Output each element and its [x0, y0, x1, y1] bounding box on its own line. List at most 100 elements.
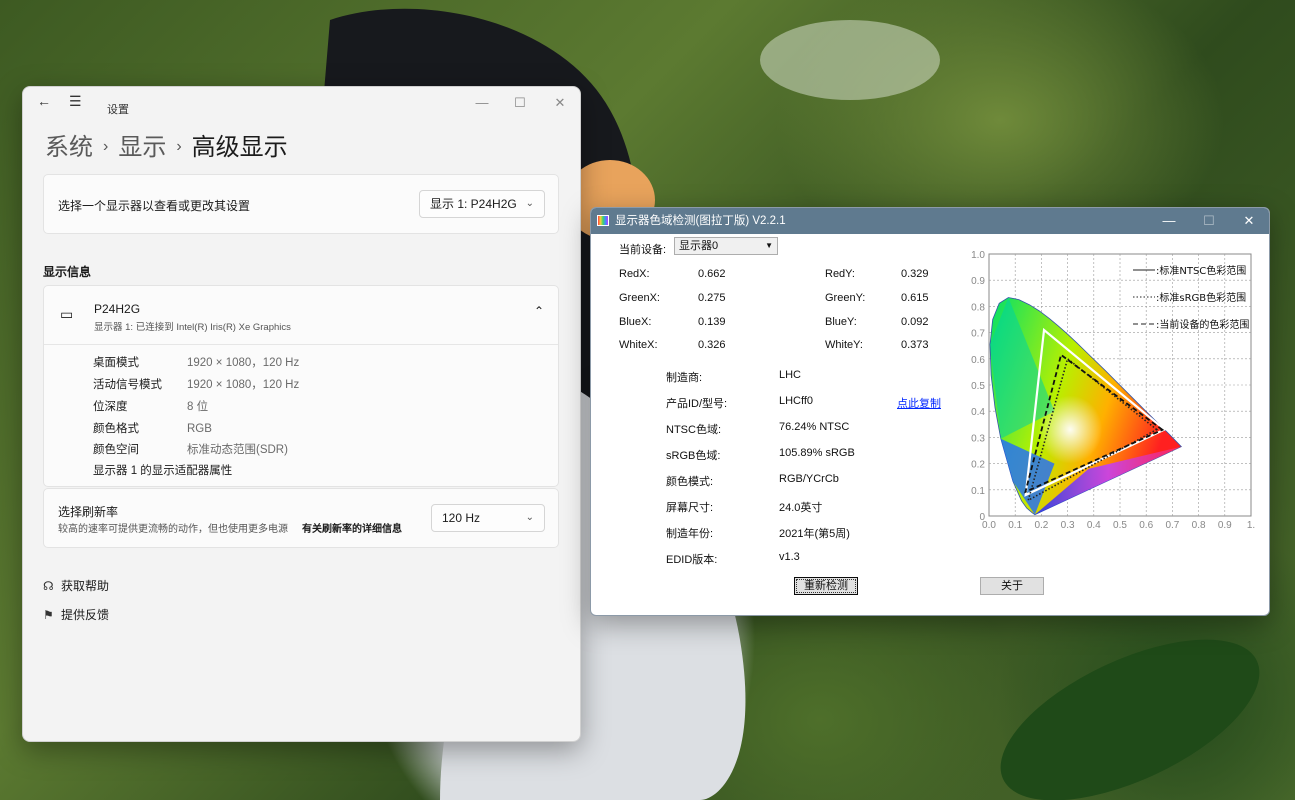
- chevron-down-icon: ▼: [765, 241, 773, 250]
- refresh-rate-dropdown[interactable]: 120 Hz ⌄: [431, 504, 545, 532]
- copy-link[interactable]: 点此复制: [897, 395, 941, 411]
- breadcrumb: 系统 › 显示 › 高级显示: [45, 127, 288, 162]
- monitor-subtitle: 显示器 1: 已连接到 Intel(R) Iris(R) Xe Graphics: [94, 322, 291, 333]
- whitex-value: 0.326: [698, 339, 726, 351]
- info-value: 1920 × 1080，120 Hz: [187, 379, 300, 391]
- cie-chromaticity-chart: 0.0 0.1 0.2 0.3 0.4 0.5 0.6 0.7 0.8 0.9 1.00.10.20…: [971, 250, 1255, 531]
- detail-value: 24.0英寸: [779, 502, 823, 514]
- feedback-link[interactable]: ⚑ 提供反馈: [43, 606, 109, 623]
- device-select-value: 显示器0: [679, 240, 719, 252]
- detail-value: v1.3: [779, 551, 800, 563]
- breadcrumb-advanced-display: 高级显示: [191, 134, 288, 161]
- adapter-properties-link[interactable]: 显示器 1 的显示适配器属性: [93, 462, 232, 478]
- info-key: 颜色格式: [93, 423, 139, 435]
- gamut-close-button[interactable]: ✕: [1229, 208, 1269, 234]
- info-key: 位深度: [93, 401, 128, 413]
- info-key: 桌面模式: [93, 357, 139, 369]
- detail-key: EDID版本:: [666, 554, 718, 566]
- device-select[interactable]: 显示器0 ▼: [674, 237, 778, 255]
- refresh-rate-value: 120 Hz: [442, 511, 481, 525]
- greeny-value: 0.615: [901, 292, 929, 304]
- monitor-header[interactable]: ▭ P24H2G 显示器 1: 已连接到 Intel(R) Iris(R) Xe…: [44, 286, 558, 345]
- select-display-card: 选择一个显示器以查看或更改其设置 显示 1: P24H2G ⌄: [43, 174, 559, 234]
- window-title: 设置: [107, 104, 129, 116]
- breadcrumb-display[interactable]: 显示: [118, 134, 166, 161]
- redx-label: RedX:: [619, 268, 650, 280]
- x-tick-label: 0.3: [1061, 520, 1075, 531]
- x-tick-label: 0.2: [1034, 520, 1048, 531]
- x-tick-label: 0.1: [1008, 520, 1022, 531]
- x-tick-label: 0.7: [1165, 520, 1179, 531]
- greenx-label: GreenX:: [619, 292, 660, 304]
- detail-value: 105.89% sRGB: [779, 447, 855, 459]
- whitey-value: 0.373: [901, 339, 929, 351]
- get-help-link[interactable]: ☊ 获取帮助: [43, 577, 109, 594]
- detail-key: sRGB色域:: [666, 450, 721, 462]
- redy-value: 0.329: [901, 268, 929, 280]
- x-tick-label: 0.4: [1087, 520, 1101, 531]
- gamut-window-title: 显示器色域检测(图拉丁版) V2.2.1: [615, 215, 786, 227]
- close-button[interactable]: ✕: [545, 91, 575, 115]
- chevron-up-icon[interactable]: ⌃: [534, 304, 544, 318]
- refresh-more-link[interactable]: 有关刷新率的详细信息: [302, 520, 402, 535]
- chevron-down-icon: ⌄: [525, 512, 534, 523]
- info-value: 标准动态范围(SDR): [187, 444, 288, 456]
- menu-icon[interactable]: ☰: [69, 93, 82, 110]
- breadcrumb-system[interactable]: 系统: [45, 134, 93, 161]
- gamut-maximize-button[interactable]: ☐: [1189, 208, 1229, 234]
- y-tick-label: 0.8: [971, 302, 985, 313]
- monitor-name: P24H2G: [94, 302, 141, 316]
- info-row-color-space: 颜色空间 标准动态范围(SDR): [93, 441, 288, 457]
- feedback-icon: ⚑: [43, 608, 54, 622]
- greeny-label: GreenY:: [825, 292, 866, 304]
- y-tick-label: 0.7: [971, 329, 985, 340]
- detail-key: 制造商:: [666, 372, 703, 384]
- maximize-button[interactable]: ☐: [505, 91, 535, 115]
- redy-label: RedY:: [825, 268, 855, 280]
- chevron-down-icon: ⌄: [525, 198, 534, 209]
- select-display-label: 选择一个显示器以查看或更改其设置: [58, 199, 251, 213]
- app-icon: [597, 215, 609, 226]
- refresh-rate-card: 选择刷新率 较高的速率可提供更流畅的动作，但也使用更多电源 有关刷新率的详细信息…: [43, 488, 559, 548]
- gamut-titlebar: 显示器色域检测(图拉丁版) V2.2.1 — ☐ ✕: [591, 208, 1269, 234]
- refresh-title: 选择刷新率: [58, 505, 119, 519]
- titlebar: ← ☰ 设置 — ☐ ✕: [23, 87, 580, 127]
- y-tick-label: 0.6: [971, 355, 985, 366]
- redetect-button[interactable]: 重新检测: [794, 577, 858, 595]
- whitex-label: WhiteX:: [619, 339, 658, 351]
- minimize-button[interactable]: —: [467, 91, 497, 115]
- legend-label: :标准sRGB色彩范围: [1156, 291, 1246, 304]
- get-help-label: 获取帮助: [61, 579, 110, 593]
- info-value: 8 位: [187, 401, 209, 413]
- bluex-label: BlueX:: [619, 316, 652, 328]
- bluex-value: 0.139: [698, 316, 726, 328]
- detail-value: RGB/YCrCb: [779, 473, 839, 485]
- y-tick-label: 0.3: [971, 433, 985, 444]
- bluey-label: BlueY:: [825, 316, 857, 328]
- whitey-label: WhiteY:: [825, 339, 863, 351]
- refresh-desc: 较高的速率可提供更流畅的动作，但也使用更多电源: [58, 524, 288, 535]
- info-key: 活动信号模式: [93, 379, 162, 391]
- detail-value: LHCff0: [779, 395, 814, 407]
- display-select-dropdown[interactable]: 显示 1: P24H2G ⌄: [419, 190, 545, 218]
- x-tick-label: 0.9: [1218, 520, 1232, 531]
- detail-key: 产品ID/型号:: [666, 398, 728, 410]
- y-tick-label: 0.9: [971, 276, 985, 287]
- back-arrow-icon[interactable]: ←: [37, 93, 51, 109]
- detail-value: 2021年(第5周): [779, 528, 850, 540]
- info-row-signal-mode: 活动信号模式 1920 × 1080，120 Hz: [93, 376, 299, 392]
- gamut-window: 显示器色域检测(图拉丁版) V2.2.1 — ☐ ✕ 当前设备: 显示器0 ▼ …: [590, 207, 1270, 616]
- info-value: 1920 × 1080，120 Hz: [187, 357, 300, 369]
- laptop-icon: ▭: [60, 306, 74, 322]
- detail-key: NTSC色域:: [666, 424, 721, 436]
- feedback-label: 提供反馈: [61, 608, 110, 622]
- info-row-color-format: 颜色格式 RGB: [93, 420, 212, 436]
- detail-key: 颜色模式:: [666, 476, 714, 488]
- gamut-minimize-button[interactable]: —: [1149, 208, 1189, 234]
- y-tick-label: 1.0: [971, 250, 985, 261]
- info-key: 颜色空间: [93, 444, 139, 456]
- settings-window: ← ☰ 设置 — ☐ ✕ 系统 › 显示 › 高级显示 选择一个显示器以查看或更改其设置…: [22, 86, 581, 742]
- x-tick-label: 1.: [1247, 520, 1255, 531]
- x-tick-label: 0.5: [1113, 520, 1127, 531]
- about-button[interactable]: 关于: [980, 577, 1044, 595]
